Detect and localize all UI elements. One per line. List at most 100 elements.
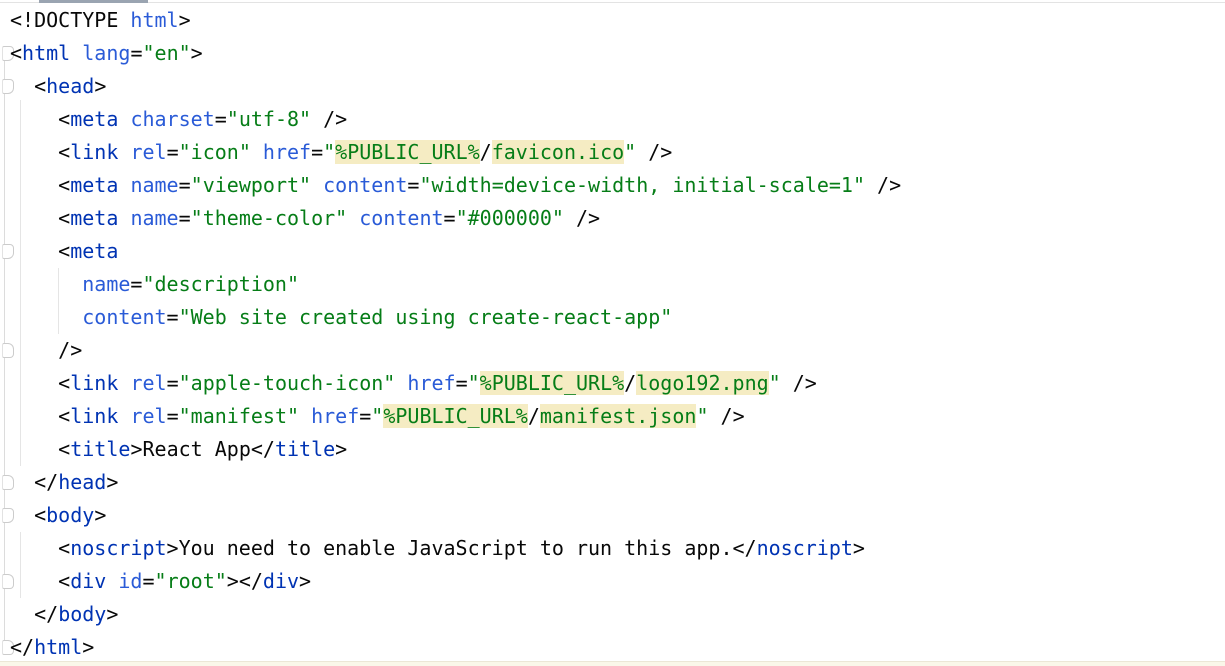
code-token: "apple-touch-icon" bbox=[179, 371, 396, 395]
code-token: < bbox=[58, 536, 70, 560]
code-token: noscript bbox=[757, 536, 853, 560]
code-token: < bbox=[58, 239, 70, 263]
code-line[interactable]: <meta charset="utf-8" /> bbox=[10, 103, 1225, 136]
code-line[interactable]: </head> bbox=[10, 466, 1225, 499]
code-token: "theme-color" bbox=[191, 206, 348, 230]
code-line[interactable]: <link rel="icon" href="%PUBLIC_URL%/favi… bbox=[10, 136, 1225, 169]
code-token bbox=[299, 404, 311, 428]
code-line[interactable]: <title>React App</title> bbox=[10, 433, 1225, 466]
code-token: head bbox=[58, 470, 106, 494]
code-token: < bbox=[58, 437, 70, 461]
code-line[interactable]: <meta bbox=[10, 235, 1225, 268]
code-token: "Web site created using create-react-app… bbox=[179, 305, 673, 329]
code-token: rel bbox=[130, 140, 166, 164]
code-token: link bbox=[70, 371, 118, 395]
code-token: < bbox=[58, 107, 70, 131]
code-token bbox=[395, 371, 407, 395]
code-token: title bbox=[70, 437, 130, 461]
code-token: </ bbox=[239, 569, 263, 593]
code-token bbox=[564, 206, 576, 230]
code-token: href bbox=[311, 404, 359, 428]
code-token bbox=[10, 272, 82, 296]
code-line[interactable]: <noscript>You need to enable JavaScript … bbox=[10, 532, 1225, 565]
code-token: /> bbox=[576, 206, 600, 230]
template-macro-token: %PUBLIC_URL% bbox=[480, 371, 625, 395]
code-line[interactable]: content="Web site created using create-r… bbox=[10, 301, 1225, 334]
code-token: meta bbox=[70, 173, 118, 197]
code-token: <!DOCTYPE bbox=[10, 8, 118, 32]
code-token: </ bbox=[10, 635, 34, 659]
code-token bbox=[708, 404, 720, 428]
code-line[interactable]: name="description" bbox=[10, 268, 1225, 301]
code-token: meta bbox=[70, 239, 118, 263]
code-token: = bbox=[444, 206, 456, 230]
code-token: </ bbox=[34, 470, 58, 494]
editor-top-border bbox=[0, 2, 1225, 3]
code-token bbox=[311, 107, 323, 131]
code-token: = bbox=[167, 404, 179, 428]
code-token bbox=[118, 206, 130, 230]
code-token: > bbox=[227, 569, 239, 593]
code-token: > bbox=[299, 569, 311, 593]
code-token: body bbox=[46, 503, 94, 527]
code-line[interactable]: <html lang="en"> bbox=[10, 37, 1225, 70]
code-token bbox=[118, 107, 130, 131]
code-token: html bbox=[22, 41, 70, 65]
code-area[interactable]: <!DOCTYPE html><html lang="en"> <head> <… bbox=[10, 4, 1225, 664]
code-token bbox=[10, 404, 58, 428]
code-line[interactable]: </html> bbox=[10, 631, 1225, 664]
code-token: = bbox=[130, 41, 142, 65]
code-editor[interactable]: <!DOCTYPE html><html lang="en"> <head> <… bbox=[0, 0, 1225, 666]
code-token: /> bbox=[323, 107, 347, 131]
code-token: id bbox=[118, 569, 142, 593]
horizontal-scrollbar-thumb[interactable] bbox=[39, 0, 148, 3]
code-token: You need to enable JavaScript to run thi… bbox=[179, 536, 733, 560]
code-line[interactable]: <body> bbox=[10, 499, 1225, 532]
code-token: = bbox=[167, 305, 179, 329]
code-token: "root" bbox=[155, 569, 227, 593]
code-token: < bbox=[34, 503, 46, 527]
code-token: body bbox=[58, 602, 106, 626]
code-token: / bbox=[624, 371, 636, 395]
code-token: "utf-8" bbox=[227, 107, 311, 131]
code-token: < bbox=[58, 140, 70, 164]
code-token: " bbox=[323, 140, 335, 164]
code-line[interactable]: <div id="root"></div> bbox=[10, 565, 1225, 598]
code-token: "viewport" bbox=[191, 173, 311, 197]
code-line[interactable]: <!DOCTYPE html> bbox=[10, 4, 1225, 37]
code-token bbox=[347, 206, 359, 230]
code-token: meta bbox=[70, 206, 118, 230]
code-token: = bbox=[359, 404, 371, 428]
code-token bbox=[118, 140, 130, 164]
code-token: / bbox=[528, 404, 540, 428]
code-token bbox=[10, 536, 58, 560]
code-token bbox=[636, 140, 648, 164]
code-token bbox=[10, 107, 58, 131]
code-token: rel bbox=[130, 371, 166, 395]
code-token: </ bbox=[732, 536, 756, 560]
code-token: html bbox=[130, 8, 178, 32]
code-token: /> bbox=[648, 140, 672, 164]
code-token: > bbox=[191, 41, 203, 65]
code-token bbox=[10, 173, 58, 197]
code-token bbox=[10, 239, 58, 263]
code-token bbox=[106, 569, 118, 593]
code-token bbox=[10, 503, 34, 527]
code-line[interactable]: <link rel="manifest" href="%PUBLIC_URL%/… bbox=[10, 400, 1225, 433]
code-line[interactable]: <link rel="apple-touch-icon" href="%PUBL… bbox=[10, 367, 1225, 400]
code-line[interactable]: <meta name="viewport" content="width=dev… bbox=[10, 169, 1225, 202]
code-line[interactable]: /> bbox=[10, 334, 1225, 367]
template-macro-token: logo192.png bbox=[636, 371, 768, 395]
code-line[interactable]: <head> bbox=[10, 70, 1225, 103]
code-line[interactable]: <meta name="theme-color" content="#00000… bbox=[10, 202, 1225, 235]
code-token: = bbox=[142, 569, 154, 593]
code-token: = bbox=[130, 272, 142, 296]
code-token: > bbox=[82, 635, 94, 659]
code-token bbox=[311, 173, 323, 197]
code-token: React App bbox=[142, 437, 250, 461]
code-token: /> bbox=[58, 338, 82, 362]
code-token: name bbox=[130, 173, 178, 197]
code-token: name bbox=[130, 206, 178, 230]
code-token bbox=[118, 8, 130, 32]
code-line[interactable]: </body> bbox=[10, 598, 1225, 631]
